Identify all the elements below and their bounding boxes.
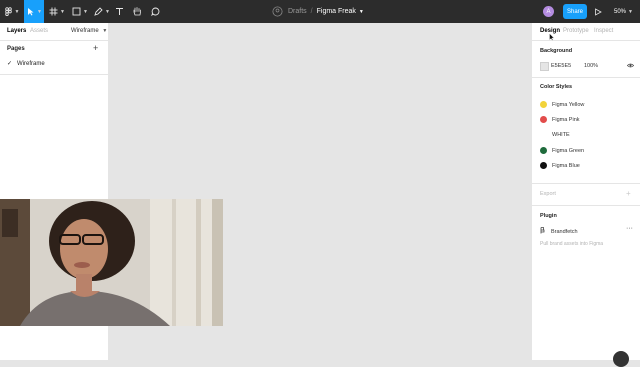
chevron-down-icon: ▼ <box>628 8 633 15</box>
mouse-cursor-icon <box>549 28 555 46</box>
team-icon <box>272 6 283 17</box>
color-dot <box>540 116 547 123</box>
color-styles-title: Color Styles <box>540 84 573 90</box>
tab-inspect[interactable]: Inspect <box>594 28 613 34</box>
color-style-label: WHITE <box>552 131 570 138</box>
rectangle-icon <box>72 3 81 21</box>
share-button[interactable]: Share <box>563 4 587 19</box>
plugin-more-button[interactable]: ··· <box>626 225 633 232</box>
eye-icon <box>626 63 635 70</box>
cursor-arrow-icon <box>26 3 35 21</box>
file-title: Drafts / Figma Freak ▼ <box>272 0 364 23</box>
color-dot <box>540 101 547 108</box>
zoom-level: 50% <box>614 8 627 15</box>
add-export-button[interactable]: + <box>626 189 631 198</box>
frame-icon <box>49 3 58 21</box>
tab-prototype[interactable]: Prototype <box>563 28 589 34</box>
divider <box>532 183 640 184</box>
plus-icon: + <box>93 43 99 53</box>
figma-menu-icon <box>4 3 13 21</box>
pen-icon <box>94 3 103 21</box>
top-toolbar: ▼ ▼ ▼ ▼ ▼ Drafts / Figma Freak ▼ A Share… <box>0 0 640 23</box>
plugin-icon <box>540 227 545 236</box>
color-style-label: Figma Yellow <box>552 101 585 108</box>
color-style-figma-blue[interactable]: Figma Blue <box>540 162 580 169</box>
left-panel: Layers Assets Wireframe ▼ Pages + ✓ Wire… <box>0 23 109 199</box>
export-section-title: Export <box>540 191 556 197</box>
breadcrumb-separator: / <box>310 8 313 15</box>
file-name[interactable]: Figma Freak <box>317 8 356 15</box>
add-page-button[interactable]: + <box>93 43 98 53</box>
color-style-figma-yellow[interactable]: Figma Yellow <box>540 101 584 108</box>
chevron-down-icon: ▼ <box>37 8 42 15</box>
divider <box>532 77 640 78</box>
left-panel-tabs: Layers Assets Wireframe ▼ <box>0 23 108 41</box>
comment-icon <box>150 3 160 21</box>
page-item-label: Wireframe <box>17 60 45 67</box>
color-style-white[interactable]: WHITE <box>540 131 570 138</box>
comment-tool-button[interactable] <box>148 0 162 23</box>
move-tool-button[interactable]: ▼ <box>24 0 44 23</box>
main-menu-button[interactable]: ▼ <box>2 0 21 23</box>
chevron-down-icon: ▼ <box>60 8 65 15</box>
chevron-down-icon: ▼ <box>102 28 108 34</box>
presenter-photo <box>0 199 223 326</box>
plugin-name: Brandfetch <box>551 228 578 235</box>
checkmark-icon: ✓ <box>7 61 13 67</box>
background-section-title: Background <box>540 48 573 54</box>
page-selector-label: Wireframe <box>71 28 99 34</box>
tab-assets[interactable]: Assets <box>30 28 48 34</box>
chevron-down-icon: ▼ <box>14 8 20 15</box>
color-dot <box>540 162 547 169</box>
background-opacity-input[interactable]: 100% <box>584 63 598 69</box>
background-color-swatch[interactable] <box>540 62 549 71</box>
pages-header: Pages <box>7 46 25 52</box>
color-dot <box>540 147 547 154</box>
chevron-down-icon[interactable]: ▼ <box>359 9 364 15</box>
zoom-dropdown[interactable]: 50% ▼ <box>614 0 633 23</box>
color-style-label: Figma Green <box>552 147 585 154</box>
play-icon <box>594 3 602 21</box>
color-dot <box>540 131 547 138</box>
plus-icon: + <box>626 189 631 198</box>
divider <box>532 205 640 206</box>
hand-icon <box>132 3 142 21</box>
present-button[interactable] <box>594 0 602 23</box>
color-style-label: Figma Pink <box>552 116 580 123</box>
divider <box>0 74 108 75</box>
plugin-item-brandfetch[interactable]: Brandfetch <box>540 227 578 236</box>
text-icon <box>115 3 124 21</box>
color-style-figma-pink[interactable]: Figma Pink <box>540 116 580 123</box>
shape-tool-button[interactable]: ▼ <box>70 0 90 23</box>
plugin-description: Pull brand assets into Figma <box>540 241 604 247</box>
chevron-down-icon: ▼ <box>83 8 88 15</box>
color-style-label: Figma Blue <box>552 162 580 169</box>
background-hex-input[interactable]: E5E5E5 <box>551 63 571 69</box>
avatar[interactable]: A <box>543 6 554 17</box>
chevron-down-icon: ▼ <box>105 8 110 15</box>
webcam-overlay <box>0 199 223 326</box>
more-horizontal-icon: ··· <box>626 225 633 232</box>
frame-tool-button[interactable]: ▼ <box>47 0 67 23</box>
tab-layers[interactable]: Layers <box>7 28 26 34</box>
help-button[interactable] <box>613 351 629 367</box>
text-tool-button[interactable] <box>113 0 126 23</box>
page-item-wireframe[interactable]: ✓ Wireframe <box>7 60 45 68</box>
plugin-section-title: Plugin <box>540 213 557 219</box>
color-style-figma-green[interactable]: Figma Green <box>540 147 584 154</box>
breadcrumb-drafts[interactable]: Drafts <box>288 8 307 15</box>
left-panel-bottom <box>0 326 109 360</box>
visibility-toggle[interactable] <box>626 63 635 70</box>
right-panel: Design Prototype Inspect Background E5E5… <box>531 23 640 360</box>
page-selector[interactable]: Wireframe ▼ <box>71 28 107 34</box>
pen-tool-button[interactable]: ▼ <box>92 0 112 23</box>
hand-tool-button[interactable] <box>130 0 144 23</box>
